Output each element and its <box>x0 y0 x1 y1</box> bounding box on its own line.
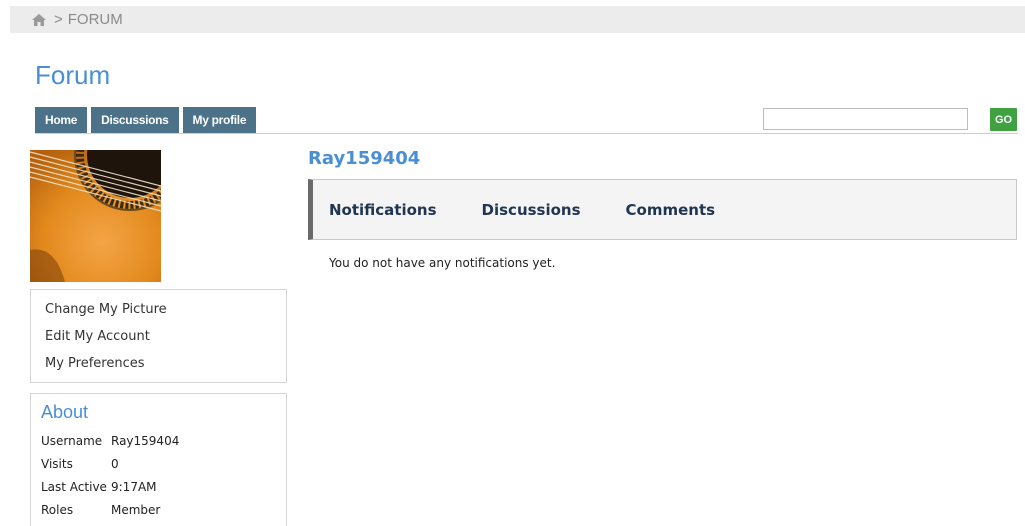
about-value: 0 <box>111 457 119 471</box>
about-row: Username Ray159404 <box>41 433 286 456</box>
breadcrumb-current[interactable]: FORUM <box>68 11 123 28</box>
about-value: Ray159404 <box>111 434 180 448</box>
about-panel: About Username Ray159404 Visits 0 Last A… <box>30 393 287 526</box>
change-picture-link[interactable]: Change My Picture <box>45 301 286 328</box>
nav-my-profile-button[interactable]: My profile <box>182 107 257 133</box>
about-title: About <box>41 402 89 422</box>
about-row: Roles Member <box>41 502 286 525</box>
about-row: Last Active 9:17AM <box>41 479 286 502</box>
about-value: 9:17AM <box>111 480 157 494</box>
breadcrumb: > FORUM <box>10 6 1025 33</box>
account-menu: Change My Picture Edit My Account My Pre… <box>30 289 287 383</box>
about-value: Member <box>111 503 161 517</box>
tab-comments[interactable]: Comments <box>626 201 716 219</box>
page-title: Forum <box>35 60 111 90</box>
main-nav: Home Discussions My profile <box>35 107 257 133</box>
about-key: Roles <box>41 503 74 517</box>
profile-tabs: Notifications Discussions Comments <box>308 179 1017 240</box>
nav-divider <box>35 133 1018 134</box>
nav-discussions-button[interactable]: Discussions <box>91 107 179 133</box>
about-key: Username <box>41 434 103 448</box>
breadcrumb-separator: > <box>54 11 63 28</box>
nav-home-button[interactable]: Home <box>35 107 88 133</box>
profile-username: Ray159404 <box>308 148 421 169</box>
about-key: Visits <box>41 457 73 471</box>
home-icon[interactable] <box>32 13 46 26</box>
tab-discussions[interactable]: Discussions <box>482 201 581 219</box>
preferences-link[interactable]: My Preferences <box>45 355 286 382</box>
search-go-button[interactable]: GO <box>990 108 1017 131</box>
notifications-empty-message: You do not have any notifications yet. <box>329 256 556 270</box>
about-row: Visits 0 <box>41 456 286 479</box>
tab-notifications[interactable]: Notifications <box>329 201 437 219</box>
avatar <box>30 150 161 282</box>
search-input[interactable] <box>763 108 968 130</box>
edit-account-link[interactable]: Edit My Account <box>45 328 286 355</box>
about-key: Last Active <box>41 480 107 494</box>
